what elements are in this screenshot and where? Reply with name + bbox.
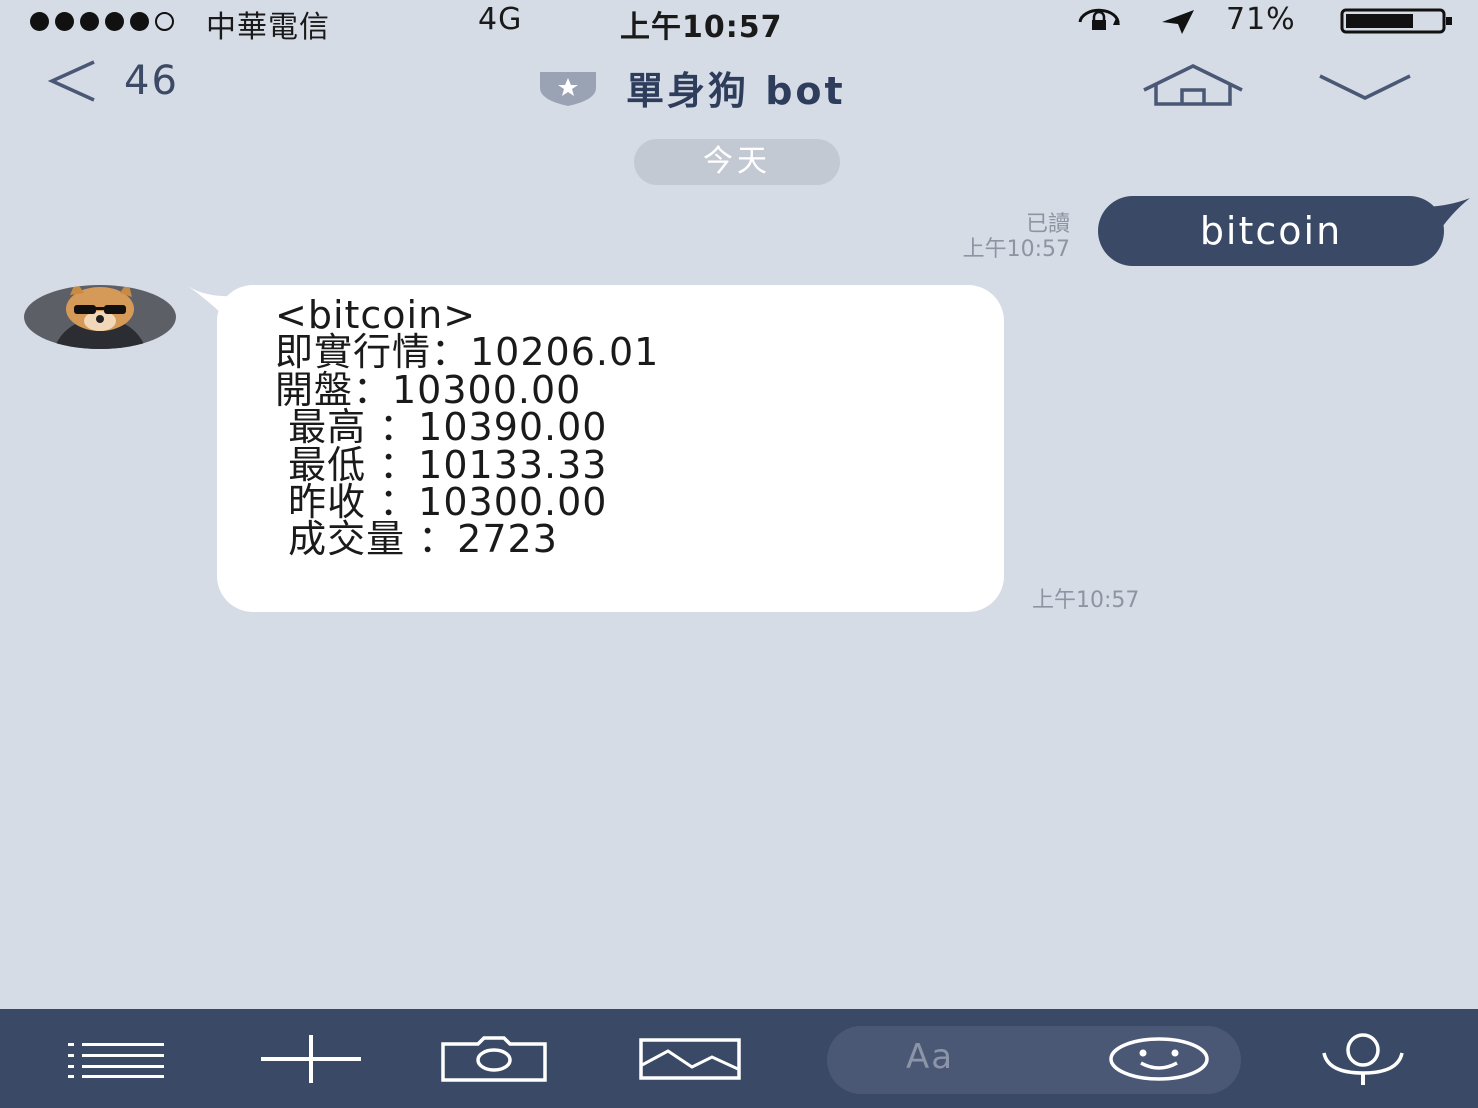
network-type-label: 4G xyxy=(478,2,523,37)
low-price-line: 最低 ：10133.33 xyxy=(275,442,608,487)
chevron-down-icon[interactable] xyxy=(1316,70,1414,104)
menu-button[interactable] xyxy=(64,1009,168,1108)
read-receipt: 已讀 上午10:57 xyxy=(880,212,1070,262)
smiley-icon xyxy=(1109,1036,1209,1081)
read-label: 已讀 xyxy=(1025,212,1070,237)
date-separator: 今天 xyxy=(634,139,840,185)
prev-close-line: 昨收 ：10300.00 xyxy=(275,480,608,525)
realtime-price-line: 即實行情：10206.01 xyxy=(275,330,660,375)
microphone-icon xyxy=(1322,1032,1404,1085)
camera-button[interactable] xyxy=(438,1009,550,1108)
add-button[interactable] xyxy=(256,1009,366,1108)
volume-line: 成交量 ：2723 xyxy=(275,517,558,562)
image-icon xyxy=(639,1037,741,1080)
input-placeholder: Aa xyxy=(906,1037,955,1077)
outgoing-message-bubble[interactable]: bitcoin xyxy=(1098,196,1444,266)
high-price-line: 最高 ：10390.00 xyxy=(275,405,608,450)
outgoing-time: 上午10:57 xyxy=(962,237,1070,262)
menu-icon xyxy=(68,1042,164,1078)
chevron-left-icon xyxy=(47,60,95,102)
chat-title-text: 單身狗 bot xyxy=(626,69,846,113)
chat-toolbar: Aa xyxy=(0,1009,1478,1108)
open-price-line: 開盤：10300.00 xyxy=(275,367,582,412)
plus-icon xyxy=(261,1034,361,1083)
status-bar: 中華電信 4G 上午10:57 71% xyxy=(0,0,1478,45)
camera-icon xyxy=(441,1035,547,1082)
unread-count: 46 xyxy=(124,58,179,104)
carrier-label: 中華電信 xyxy=(206,10,330,45)
bot-avatar[interactable] xyxy=(24,285,176,349)
bitcoin-header-line: <bitcoin> xyxy=(275,293,477,337)
signal-strength-icon xyxy=(30,12,174,31)
rotation-lock-icon xyxy=(1078,8,1120,30)
chat-title: 單身狗 bot xyxy=(536,60,846,115)
home-icon[interactable] xyxy=(1140,62,1246,108)
voice-button[interactable] xyxy=(1316,1009,1410,1108)
incoming-time: 上午10:57 xyxy=(1032,588,1140,613)
gallery-button[interactable] xyxy=(636,1009,744,1108)
battery-icon xyxy=(1340,8,1452,34)
back-button[interactable]: 46 xyxy=(44,58,179,104)
emoji-button[interactable] xyxy=(1104,1009,1214,1108)
battery-percent: 71% xyxy=(1226,2,1296,37)
official-account-shield-icon xyxy=(540,71,596,106)
location-arrow-icon xyxy=(1162,10,1194,34)
status-time: 上午10:57 xyxy=(620,10,783,45)
incoming-message-bubble[interactable]: <bitcoin> 即實行情：10206.01 開盤：10300.00 最高 ：… xyxy=(217,285,1004,612)
